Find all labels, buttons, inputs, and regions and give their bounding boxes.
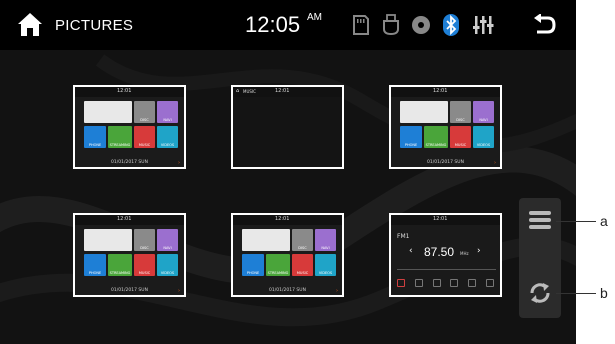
usb-icon bbox=[383, 14, 399, 36]
thumb-arrow-icon: › bbox=[178, 288, 180, 294]
videos-tile: VIDEOS bbox=[157, 254, 178, 276]
phone-tile: PHONE bbox=[400, 126, 422, 148]
thumb-next-icon: › bbox=[477, 246, 481, 256]
status-bar: PICTURES 12:05 AM bbox=[0, 0, 576, 50]
thumb-clock: 12:01 bbox=[275, 88, 290, 94]
streaming-tile: STREAMING bbox=[108, 254, 132, 276]
thumb-frequency-unit: MHz bbox=[460, 251, 469, 256]
menu-icon[interactable] bbox=[528, 208, 552, 232]
videos-tile: VIDEOS bbox=[315, 254, 336, 276]
navi-tile: NAVI bbox=[473, 101, 494, 123]
callout-line-a bbox=[556, 221, 596, 222]
streaming-tile: STREAMING bbox=[266, 254, 290, 276]
sd-card-icon bbox=[353, 15, 369, 35]
thumb-home-icon: ⌂ bbox=[236, 88, 240, 94]
picture-thumbnail-3[interactable]: 12:01 DISC NAVI PHONE STREAMING MUSIC VI… bbox=[389, 85, 502, 169]
thumb-divider bbox=[397, 269, 496, 270]
thumb-date: 01/01/2017 SUN bbox=[269, 288, 306, 293]
navi-tile: NAVI bbox=[157, 101, 178, 123]
picture-thumbnail-6[interactable]: 12:01 FM1 ‹ 87.50 MHz › bbox=[389, 213, 502, 297]
callout-label-a: a bbox=[600, 213, 608, 229]
thumb-frequency: 87.50 bbox=[424, 245, 455, 259]
thumb-prev-icon: ‹ bbox=[409, 246, 413, 256]
picture-thumbnail-4[interactable]: 12:01 DISC NAVI PHONE STREAMING MUSIC VI… bbox=[73, 213, 186, 297]
callout-line-b bbox=[556, 293, 596, 294]
refresh-icon[interactable] bbox=[527, 280, 553, 306]
music-tile: MUSIC bbox=[134, 126, 155, 148]
phone-tile: PHONE bbox=[242, 254, 264, 276]
radio-tile bbox=[84, 101, 132, 123]
side-control-panel bbox=[519, 198, 561, 318]
bluetooth-icon bbox=[443, 14, 459, 36]
disc-tile: DISC bbox=[292, 229, 313, 251]
disc-tile: DISC bbox=[134, 229, 155, 251]
equalizer-icon[interactable] bbox=[472, 14, 494, 36]
music-tile: MUSIC bbox=[134, 254, 155, 276]
disc-icon bbox=[412, 16, 430, 34]
thumb-clock: 12:01 bbox=[117, 216, 132, 222]
navi-tile: NAVI bbox=[157, 229, 178, 251]
picture-thumbnail-2[interactable]: ⌂ MUSIC 12:01 bbox=[231, 85, 344, 169]
thumb-arrow-icon: › bbox=[178, 160, 180, 166]
streaming-tile: STREAMING bbox=[108, 126, 132, 148]
disc-tile: DISC bbox=[134, 101, 155, 123]
phone-tile: PHONE bbox=[84, 126, 106, 148]
thumb-clock: 12:01 bbox=[433, 88, 448, 94]
device-screen: PICTURES 12:05 AM 12:01 DISC NAVI PHONE … bbox=[0, 0, 576, 344]
music-tile: MUSIC bbox=[450, 126, 471, 148]
navi-tile: NAVI bbox=[315, 229, 336, 251]
music-tile: MUSIC bbox=[292, 254, 313, 276]
thumb-clock: 12:01 bbox=[275, 216, 290, 222]
picture-thumbnail-5[interactable]: 12:01 DISC NAVI PHONE STREAMING MUSIC VI… bbox=[231, 213, 344, 297]
radio-tile bbox=[84, 229, 132, 251]
home-icon[interactable] bbox=[16, 10, 44, 38]
thumb-band: FM1 bbox=[397, 233, 410, 240]
back-icon[interactable] bbox=[532, 14, 556, 36]
radio-tile bbox=[242, 229, 290, 251]
thumb-date: 01/01/2017 SUN bbox=[111, 160, 148, 165]
streaming-tile: STREAMING bbox=[424, 126, 448, 148]
thumb-date: 01/01/2017 SUN bbox=[111, 288, 148, 293]
videos-tile: VIDEOS bbox=[473, 126, 494, 148]
thumb-arrow-icon: › bbox=[336, 288, 338, 294]
videos-tile: VIDEOS bbox=[157, 126, 178, 148]
thumb-radio-controls bbox=[397, 279, 494, 289]
picture-thumbnail-1[interactable]: 12:01 DISC NAVI PHONE STREAMING MUSIC VI… bbox=[73, 85, 186, 169]
disc-tile: DISC bbox=[450, 101, 471, 123]
thumb-clock: 12:01 bbox=[117, 88, 132, 94]
radio-tile bbox=[400, 101, 448, 123]
thumb-arrow-icon: › bbox=[494, 160, 496, 166]
phone-tile: PHONE bbox=[84, 254, 106, 276]
thumb-clock: 12:01 bbox=[433, 216, 448, 222]
thumb-title: MUSIC bbox=[243, 89, 256, 94]
thumb-date: 01/01/2017 SUN bbox=[427, 160, 464, 165]
clock: 12:05 bbox=[245, 12, 301, 37]
callout-label-b: b bbox=[600, 285, 608, 301]
clock-ampm: AM bbox=[307, 12, 322, 23]
page-title: PICTURES bbox=[55, 17, 134, 34]
